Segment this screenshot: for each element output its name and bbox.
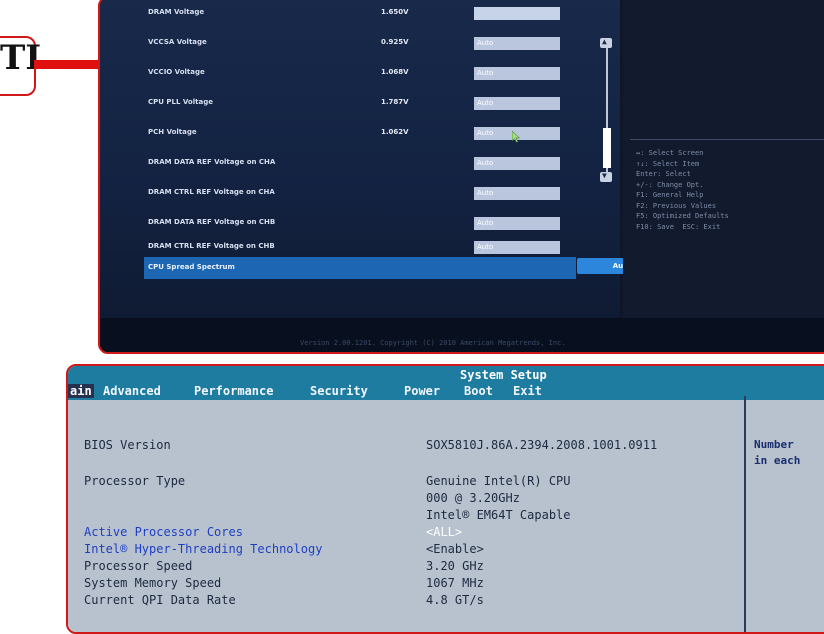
- active-processor-cores-value[interactable]: <ALL>: [426, 525, 462, 539]
- menu-advanced[interactable]: Advanced: [103, 384, 161, 398]
- mouse-cursor-icon: [512, 131, 520, 143]
- setting-row-dram-data-ref-cha[interactable]: DRAM DATA REF Voltage on CHA Auto: [100, 154, 570, 174]
- setting-input[interactable]: Auto: [474, 187, 560, 200]
- version-footer: Version 2.00.1201. Copyright (C) 2010 Am…: [300, 339, 566, 347]
- help-divider: [630, 139, 824, 140]
- setting-input[interactable]: Auto: [474, 217, 560, 230]
- setting-label: DRAM DATA REF Voltage on CHA: [148, 158, 276, 166]
- setting-input[interactable]: Auto: [474, 157, 560, 170]
- bios-help-divider: [744, 396, 746, 632]
- bios-title: System Setup: [460, 368, 547, 382]
- processor-type-value-line2: 000 @ 3.20GHz: [426, 491, 520, 505]
- processor-type-value: Genuine Intel(R) CPU: [426, 474, 571, 488]
- bios-version-value: SOX5810J.86A.2394.2008.1001.0911: [426, 438, 658, 452]
- hyper-threading-value[interactable]: <Enable>: [426, 542, 484, 556]
- menu-security[interactable]: Security: [310, 384, 368, 398]
- setting-row-vccsa-voltage[interactable]: VCCSA Voltage 0.925V Auto: [100, 34, 570, 54]
- hyper-threading-label[interactable]: Intel® Hyper-Threading Technology: [84, 542, 322, 556]
- processor-speed-value: 3.20 GHz: [426, 559, 484, 573]
- menu-main[interactable]: ain: [68, 384, 94, 398]
- bios-help-line-2: in each: [754, 454, 801, 467]
- menu-boot[interactable]: Boot: [464, 384, 493, 398]
- bios-title-bar: [68, 366, 824, 400]
- scroll-down-button[interactable]: ▼: [600, 171, 612, 182]
- menu-performance[interactable]: Performance: [194, 384, 273, 398]
- setting-input[interactable]: [474, 7, 560, 20]
- system-memory-speed-value: 1067 MHz: [426, 576, 484, 590]
- setting-label: DRAM CTRL REF Voltage on CHA: [148, 188, 275, 196]
- setting-value: 1.787V: [381, 98, 409, 106]
- uefi-status-bar: [100, 318, 824, 352]
- setting-label: PCH Voltage: [148, 128, 197, 136]
- setting-value: 0.925V: [381, 38, 409, 46]
- setting-value: 1.062V: [381, 128, 409, 136]
- system-memory-speed-label: System Memory Speed: [84, 576, 222, 590]
- connector-line: [34, 60, 102, 69]
- setting-row-dram-ctrl-ref-chb[interactable]: DRAM CTRL REF Voltage on CHB Auto: [100, 238, 570, 258]
- setting-label: CPU PLL Voltage: [148, 98, 213, 106]
- chevron-up-icon: ▲: [602, 37, 607, 46]
- setting-row-pch-voltage[interactable]: PCH Voltage 1.062V Auto: [100, 124, 570, 144]
- setting-row-cpu-pll-voltage[interactable]: CPU PLL Voltage 1.787V Auto: [100, 94, 570, 114]
- setting-input[interactable]: Auto: [474, 97, 560, 110]
- qpi-data-rate-value: 4.8 GT/s: [426, 593, 484, 607]
- setting-value: 1.068V: [381, 68, 409, 76]
- selected-setting-label: CPU Spread Spectrum: [148, 263, 235, 271]
- processor-type-label: Processor Type: [84, 474, 186, 488]
- chevron-down-icon: ▼: [602, 171, 607, 180]
- processor-speed-label: Processor Speed: [84, 559, 193, 573]
- setting-input[interactable]: Auto: [474, 67, 560, 80]
- setting-row-dram-voltage[interactable]: DRAM Voltage 1.650V: [100, 4, 570, 24]
- menu-power[interactable]: Power: [404, 384, 440, 398]
- menu-exit[interactable]: Exit: [513, 384, 542, 398]
- processor-type-value-line3: Intel® EM64T Capable: [426, 508, 571, 522]
- active-processor-cores-label[interactable]: Active Processor Cores: [84, 525, 243, 539]
- selected-setting-row[interactable]: CPU Spread Spectrum: [144, 257, 576, 279]
- setting-label: DRAM CTRL REF Voltage on CHB: [148, 242, 275, 250]
- scrollbar-thumb[interactable]: [603, 128, 611, 168]
- bios-version-label: BIOS Version: [84, 438, 171, 452]
- uefi-screenshot-panel: DRAM Voltage 1.650V VCCSA Voltage 0.925V…: [98, 0, 824, 354]
- setting-label: VCCIO Voltage: [148, 68, 205, 76]
- uefi-settings-area: DRAM Voltage 1.650V VCCSA Voltage 0.925V…: [100, 0, 667, 318]
- setting-value: 1.650V: [381, 8, 409, 16]
- bios-screenshot-panel: System Setup ain Advanced Performance Se…: [66, 364, 824, 634]
- setting-row-vccio-voltage[interactable]: VCCIO Voltage 1.068V Auto: [100, 64, 570, 84]
- keyboard-help-text: ↔: Select Screen ↑↓: Select Item Enter: …: [636, 149, 729, 231]
- setting-input[interactable]: Auto: [474, 37, 560, 50]
- setting-label: DRAM Voltage: [148, 8, 205, 16]
- setting-input[interactable]: Auto: [474, 241, 560, 254]
- scroll-up-button[interactable]: ▲: [600, 37, 612, 48]
- bios-help-line-1: Number: [754, 438, 794, 451]
- setting-label: DRAM DATA REF Voltage on CHB: [148, 218, 276, 226]
- qpi-data-rate-label: Current QPI Data Rate: [84, 593, 236, 607]
- efi-label-text: TI: [0, 38, 42, 78]
- setting-label: VCCSA Voltage: [148, 38, 207, 46]
- setting-row-dram-ctrl-ref-cha[interactable]: DRAM CTRL REF Voltage on CHA Auto: [100, 184, 570, 204]
- setting-row-dram-data-ref-chb[interactable]: DRAM DATA REF Voltage on CHB Auto: [100, 214, 570, 234]
